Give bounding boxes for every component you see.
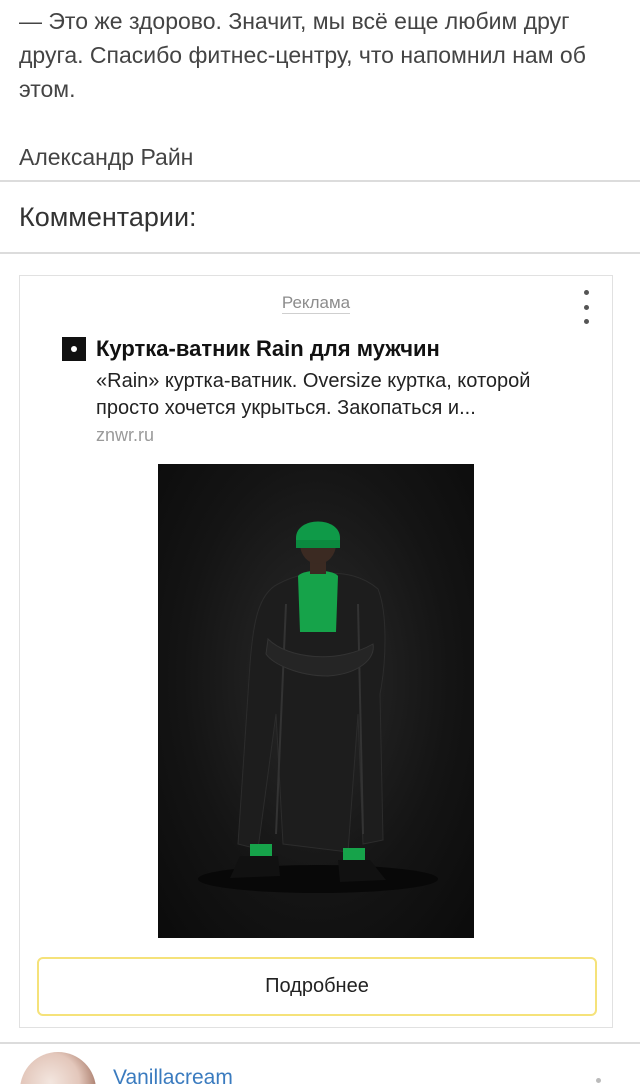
more-vertical-icon[interactable] <box>580 290 592 324</box>
ad-title[interactable]: Куртка-ватник Rain для мужчин <box>96 334 440 364</box>
man-in-coat-illustration <box>198 521 438 893</box>
ad-header[interactable]: Куртка-ватник Rain для мужчин <box>62 334 440 364</box>
comment-author-link[interactable]: Vanillacream <box>113 1066 233 1084</box>
page: — Это же здорово. Значит, мы всё еще люб… <box>0 0 640 1084</box>
comment-menu-icon[interactable] <box>596 1078 601 1083</box>
divider <box>0 1042 640 1044</box>
ad-label: Реклама <box>20 293 612 314</box>
divider <box>0 252 640 254</box>
avatar[interactable] <box>20 1052 96 1084</box>
article-author: Александр Райн <box>19 144 194 170</box>
details-button[interactable]: Подробнее <box>37 957 597 1016</box>
comments-title: Комментарии: <box>19 202 197 232</box>
ad-card[interactable]: Реклама Куртка-ватник Rain для мужчин «R… <box>19 275 613 1028</box>
ad-description[interactable]: «Rain» куртка-ватник. Oversize куртка, к… <box>96 368 596 422</box>
ad-label-text: Реклама <box>281 293 351 314</box>
ad-domain[interactable]: znwr.ru <box>96 425 154 446</box>
site-favicon-icon <box>62 337 86 361</box>
ad-image[interactable] <box>158 464 474 938</box>
article-text: — Это же здорово. Значит, мы всё еще люб… <box>19 8 586 102</box>
divider <box>0 180 640 182</box>
